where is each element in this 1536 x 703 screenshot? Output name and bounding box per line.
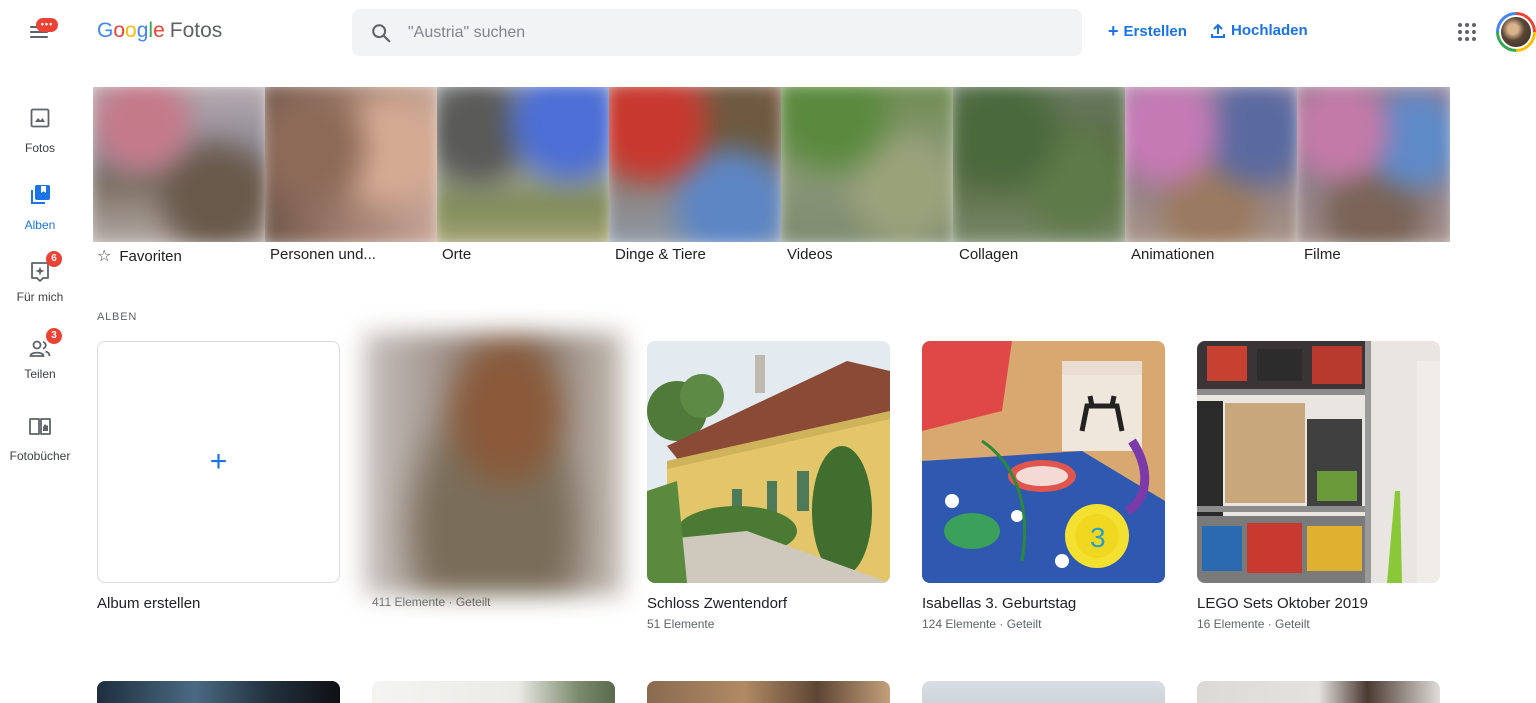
- album-cover[interactable]: [647, 341, 890, 583]
- category-thumb-orte[interactable]: [437, 87, 609, 242]
- category-thumb-videos[interactable]: [781, 87, 953, 242]
- create-album-tile[interactable]: +: [97, 341, 340, 583]
- album-cover[interactable]: [364, 333, 623, 595]
- sidebar-item-teilen[interactable]: 3 Teilen: [0, 328, 80, 381]
- category-thumb-animationen[interactable]: [1125, 87, 1297, 242]
- category-collagen[interactable]: Collagen: [959, 246, 1018, 263]
- category-strip: [93, 87, 1450, 242]
- sidebar-item-label: Teilen: [24, 367, 56, 381]
- main-menu-button[interactable]: •••: [22, 16, 58, 48]
- album-card[interactable]: [922, 681, 1165, 703]
- album-title: Album erstellen: [97, 595, 201, 612]
- album-icon: [31, 185, 50, 204]
- album-cover[interactable]: 3: [922, 341, 1165, 583]
- album-title: Isabellas 3. Geburtstag: [922, 595, 1077, 612]
- create-button[interactable]: + Erstellen: [1108, 22, 1187, 40]
- album-card[interactable]: LEGO Sets Oktober 2019 16 Elemente · Get…: [1197, 341, 1440, 631]
- album-title: Schloss Zwentendorf: [647, 595, 788, 612]
- album-card[interactable]: [97, 681, 340, 703]
- category-favoriten[interactable]: ☆ Favoriten: [97, 246, 182, 266]
- album-card[interactable]: 3 Isabellas 3. Geburtstag 124 Elemente ·…: [922, 341, 1165, 631]
- album-meta: 51 Elemente: [647, 617, 715, 631]
- album-card[interactable]: [1197, 681, 1440, 703]
- category-thumb-dinge-tiere[interactable]: [609, 87, 781, 242]
- plus-icon: +: [209, 445, 228, 478]
- birthday-photo: 3: [922, 341, 1165, 583]
- sidebar-item-fuer-mich[interactable]: 6 Für mich: [0, 251, 80, 304]
- category-personen[interactable]: Personen und...: [270, 246, 376, 263]
- sidebar-item-label: Fotobücher: [9, 449, 71, 463]
- category-thumb-favoriten[interactable]: [93, 87, 265, 242]
- album-meta: 124 Elemente · Geteilt: [922, 617, 1042, 631]
- category-thumb-personen[interactable]: [265, 87, 437, 242]
- category-dinge-tiere[interactable]: Dinge & Tiere: [615, 246, 706, 263]
- category-filme[interactable]: Filme: [1304, 246, 1341, 263]
- search-bar[interactable]: [352, 9, 1082, 56]
- upload-button[interactable]: Hochladen: [1211, 22, 1308, 39]
- account-avatar[interactable]: [1496, 12, 1536, 52]
- google-photos-logo[interactable]: Google Fotos: [97, 19, 222, 43]
- castle-photo: [647, 341, 890, 583]
- album-meta: 16 Elemente · Geteilt: [1197, 617, 1310, 631]
- sidebar-item-fotos[interactable]: Fotos: [0, 106, 80, 155]
- category-orte[interactable]: Orte: [442, 246, 471, 263]
- product-name: Fotos: [169, 19, 223, 42]
- lego-photo: [1197, 341, 1440, 583]
- sidebar-item-fotobuecher[interactable]: Fotobücher: [0, 414, 80, 463]
- svg-text:3: 3: [1090, 522, 1106, 553]
- album-cover[interactable]: [1197, 341, 1440, 583]
- google-apps-icon[interactable]: [1458, 23, 1476, 41]
- album-meta: 411 Elemente · Geteilt: [372, 595, 491, 609]
- albums-section-title: ALBEN: [97, 311, 138, 323]
- plus-icon: +: [1108, 21, 1119, 41]
- search-icon[interactable]: [370, 22, 392, 44]
- album-card[interactable]: Schloss Zwentendorf 51 Elemente: [647, 341, 890, 631]
- notification-badge: 6: [46, 251, 62, 267]
- photo-icon: [30, 108, 50, 128]
- category-thumb-filme[interactable]: [1297, 87, 1450, 242]
- category-animationen[interactable]: Animationen: [1131, 246, 1214, 263]
- upload-icon: [1211, 23, 1225, 38]
- star-outline-icon: ☆: [97, 248, 112, 265]
- menu-notification-badge: •••: [36, 18, 58, 32]
- album-card[interactable]: 411 Elemente · Geteilt: [364, 333, 623, 609]
- album-title: LEGO Sets Oktober 2019: [1197, 595, 1368, 612]
- album-card[interactable]: [372, 681, 615, 703]
- sidebar-item-label: Für mich: [16, 290, 64, 304]
- photobook-icon: [29, 418, 51, 435]
- search-input[interactable]: [408, 9, 1068, 56]
- notification-badge: 3: [46, 328, 62, 344]
- sidebar-item-label: Fotos: [24, 141, 55, 155]
- album-card[interactable]: [647, 681, 890, 703]
- category-thumb-collagen[interactable]: [953, 87, 1125, 242]
- create-album-card[interactable]: + Album erstellen: [97, 341, 340, 612]
- sidebar-item-label: Alben: [24, 218, 56, 232]
- top-bar: ••• GoogleFotos + Erstellen Hochladen: [0, 0, 1536, 64]
- sidebar-item-alben[interactable]: Alben: [0, 183, 80, 232]
- google-photos-app: ••• GoogleFotos + Erstellen Hochladen: [0, 0, 1536, 703]
- category-videos[interactable]: Videos: [787, 246, 833, 263]
